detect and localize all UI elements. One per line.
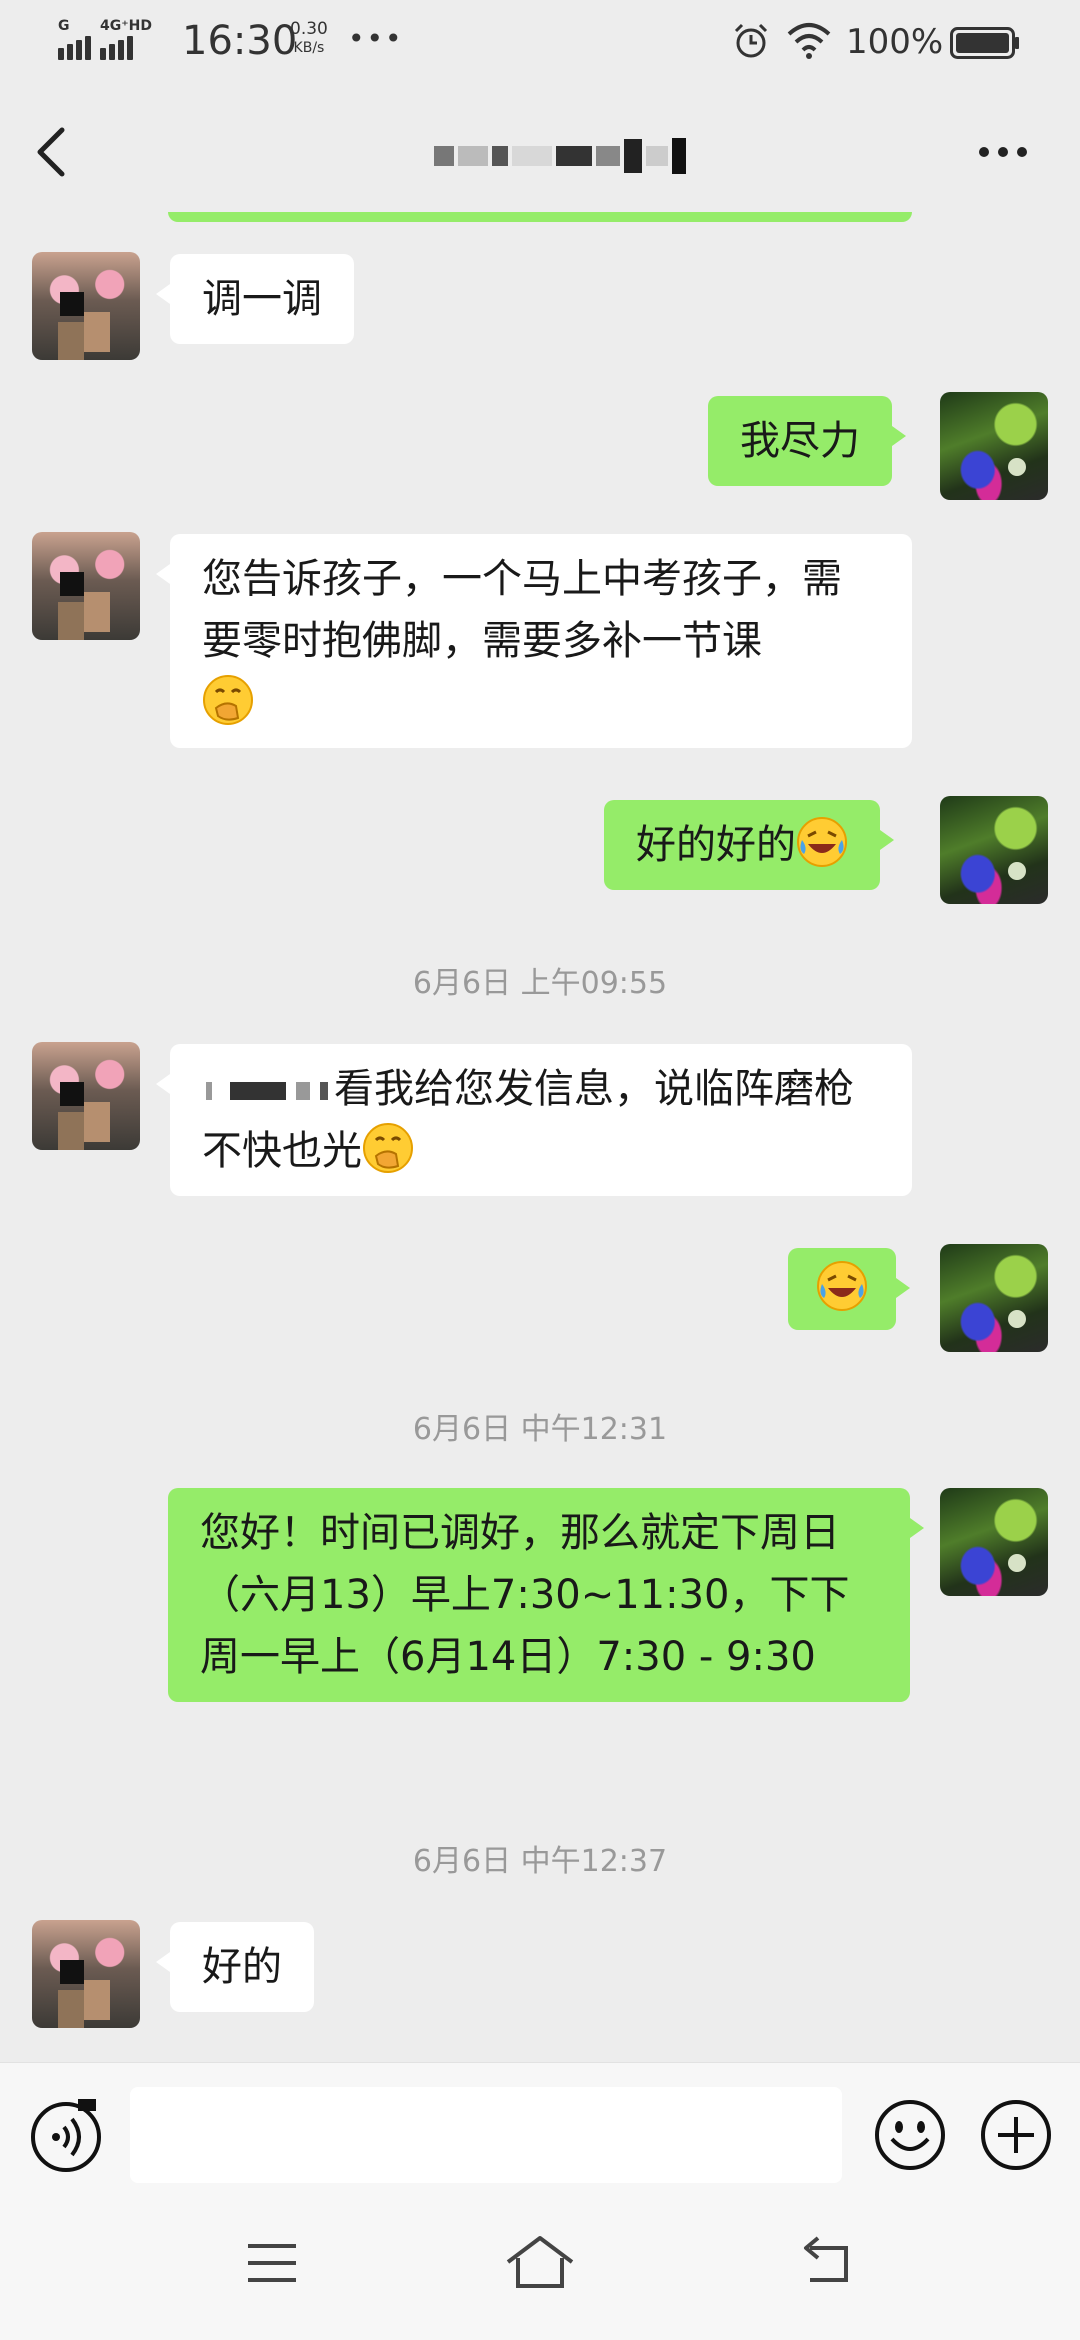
more-dots-icon[interactable] bbox=[976, 144, 1030, 160]
self-avatar[interactable] bbox=[940, 1488, 1048, 1596]
chevron-left-icon[interactable] bbox=[30, 124, 74, 180]
back-icon[interactable] bbox=[796, 2232, 858, 2292]
input-bar bbox=[0, 2062, 1080, 2198]
signal-icon: G 4G⁺HD bbox=[58, 18, 178, 60]
smiley-icon[interactable] bbox=[872, 2097, 948, 2173]
wifi-icon bbox=[787, 23, 831, 59]
incoming-message[interactable]: 看我给您发信息，说临阵磨枪不快也光 bbox=[156, 1044, 912, 1196]
message-text: 您告诉孩子，一个马上中考孩子，需要零时抱佛脚，需要多补一节课 bbox=[202, 556, 842, 664]
timestamp: 6月6日 上午09:55 bbox=[412, 966, 668, 1001]
network-speed-unit: KB/s bbox=[293, 40, 325, 56]
self-avatar[interactable] bbox=[940, 392, 1048, 500]
network-speed: 0.30 KB/s bbox=[290, 20, 328, 58]
battery-icon bbox=[950, 27, 1019, 59]
timestamp: 6月6日 中午12:31 bbox=[412, 1412, 668, 1447]
self-avatar[interactable] bbox=[940, 1244, 1048, 1352]
message-text: 好的好的 bbox=[636, 822, 796, 868]
status-bar: G 4G⁺HD 16:30 0.30 KB/s ••• 100% bbox=[0, 0, 1080, 84]
network-tag-4g: 4G⁺HD bbox=[100, 18, 152, 34]
plus-circle-icon[interactable] bbox=[978, 2097, 1054, 2173]
incoming-message[interactable]: 您告诉孩子，一个马上中考孩子，需要零时抱佛脚，需要多补一节课 bbox=[156, 534, 912, 748]
message-input[interactable] bbox=[130, 2087, 842, 2183]
outgoing-message[interactable] bbox=[788, 1248, 910, 1330]
status-time: 16:30 bbox=[182, 18, 298, 64]
laughing-crying-emoji-icon bbox=[817, 1261, 867, 1311]
outgoing-message[interactable]: 好的好的 bbox=[604, 800, 894, 890]
voice-icon[interactable] bbox=[28, 2097, 104, 2173]
previous-message-bubble[interactable] bbox=[168, 212, 912, 222]
hand-over-mouth-emoji-icon bbox=[363, 1123, 413, 1173]
home-icon[interactable] bbox=[504, 2232, 576, 2292]
contact-avatar[interactable] bbox=[32, 1042, 140, 1150]
contact-avatar[interactable] bbox=[32, 1920, 140, 2028]
network-speed-value: 0.30 bbox=[290, 19, 328, 39]
network-tag-g: G bbox=[58, 18, 70, 34]
alarm-icon bbox=[734, 23, 768, 58]
laughing-crying-emoji-icon bbox=[797, 817, 847, 867]
contact-avatar[interactable] bbox=[32, 252, 140, 360]
incoming-message[interactable]: 调一调 bbox=[156, 254, 354, 344]
system-nav-bar bbox=[0, 2198, 1080, 2340]
contact-avatar[interactable] bbox=[32, 532, 140, 640]
self-avatar[interactable] bbox=[940, 796, 1048, 904]
menu-icon[interactable] bbox=[244, 2238, 300, 2288]
redacted-name bbox=[202, 1068, 334, 1108]
battery-percent: 100% bbox=[846, 22, 944, 62]
incoming-message[interactable]: 好的 bbox=[156, 1922, 314, 2012]
outgoing-message[interactable]: 我尽力 bbox=[708, 396, 906, 486]
hand-over-mouth-emoji-icon bbox=[203, 675, 253, 725]
timestamp: 6月6日 中午12:37 bbox=[412, 1844, 668, 1879]
status-more-dots: ••• bbox=[348, 22, 404, 55]
contact-name-redaction bbox=[434, 136, 694, 176]
outgoing-message[interactable]: 您好！时间已调好，那么就定下周日（六月13）早上7:30~11:30，下下周一早… bbox=[168, 1488, 924, 1702]
message-list[interactable]: 调一调 我尽力 您告诉孩子，一个马上中考孩子，需要零时抱佛脚，需要多补一节课 好… bbox=[0, 212, 1080, 2062]
